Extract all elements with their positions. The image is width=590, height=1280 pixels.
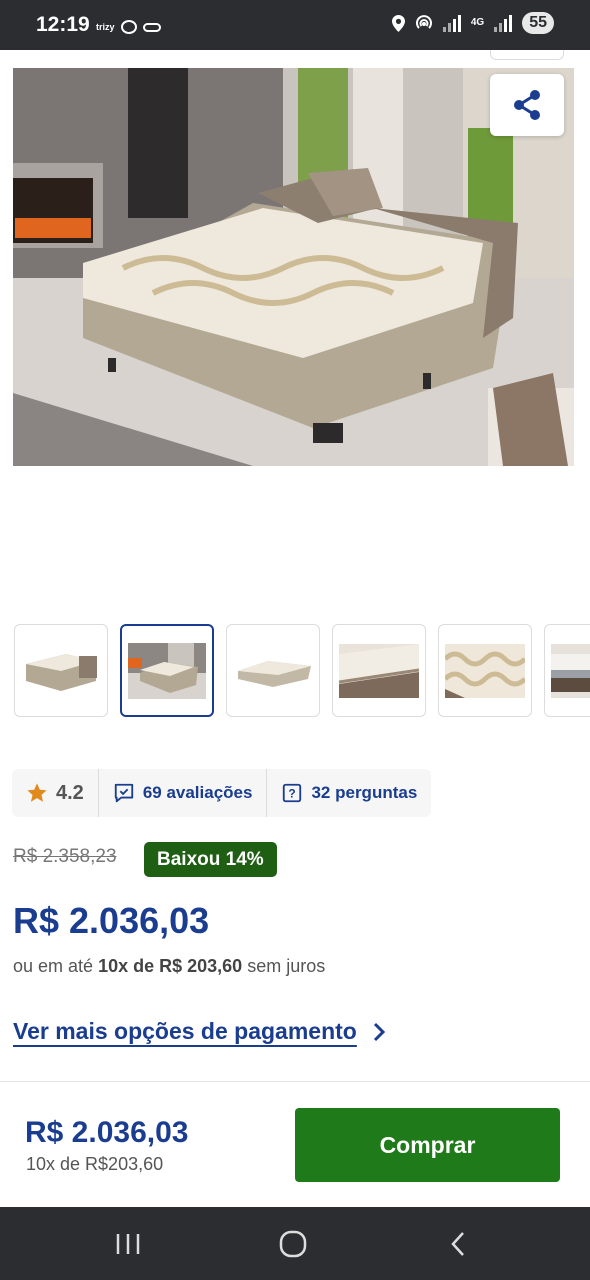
back-button[interactable] [438,1227,478,1261]
recent-apps-button[interactable] [108,1227,148,1261]
installments-suffix: sem juros [247,956,326,976]
signal-icon [442,14,461,32]
mattress-edge-thumbnail-image [339,643,419,698]
app-icon [142,22,161,32]
share-button[interactable] [490,74,564,136]
current-price: R$ 2.036,03 [13,900,210,941]
rating-summary[interactable]: 4.2 [12,769,98,817]
face-icon [120,20,137,34]
buy-button[interactable]: Comprar [295,1108,560,1182]
network-type: 4G [470,17,485,28]
thumbnail-2[interactable] [120,624,214,717]
discount-badge: Baixou 14% [144,842,277,877]
star-icon [27,783,47,802]
battery-level: 55 [522,12,554,34]
thumbnail-5[interactable] [438,624,532,717]
fabric-pattern-thumbnail-image [445,643,525,698]
notification-icons: trizy [96,20,161,34]
chevron-right-icon [373,1022,385,1041]
installments-amount: 10x de R$ 203,60 [98,956,243,976]
installments-info: ou em até 10x de R$ 203,60 sem juros [13,956,325,977]
hotspot-icon [415,15,432,29]
reviews-label: 69 avaliações [142,783,253,802]
home-button[interactable] [273,1227,313,1261]
thumbnail-3[interactable] [226,624,320,717]
questions-link[interactable]: ? 32 perguntas [266,769,431,817]
question-icon: ? [283,783,302,803]
purchase-bar: R$ 2.036,03 10x de R$203,60 Comprar [0,1081,590,1207]
questions-label: 32 perguntas [311,783,418,802]
rating-value: 4.2 [56,781,84,804]
mattress-thumbnail-image [238,660,311,687]
bottom-price: R$ 2.036,03 [25,1116,189,1149]
status-right: 4G 55 [391,12,554,34]
top-button-edge [490,50,564,60]
more-payment-options-link[interactable]: Ver mais opções de pagamento [13,1018,385,1045]
recent-apps-icon [116,1234,140,1254]
bedroom-thumbnail-image [128,642,206,699]
installments-prefix: ou em até [13,956,94,976]
thumbnail-4[interactable] [332,624,426,717]
old-price: R$ 2.358,23 [13,846,117,867]
thumbnail-1[interactable] [14,624,108,717]
signal-icon-2 [494,14,513,32]
bed-thumbnail-image [26,653,97,691]
mattress-layers-thumbnail-image [551,643,590,698]
share-icon [514,90,540,120]
reviews-link[interactable]: 69 avaliações [97,769,267,817]
svg-text:?: ? [289,787,296,801]
rating-bar: 4.2 69 avaliações ? 32 perguntas [12,769,432,817]
thumbnail-6[interactable] [544,624,590,717]
location-icon [391,14,405,32]
more-payment-label: Ver mais opções de pagamento [13,1018,357,1044]
status-time: 12:19 [36,13,90,36]
system-nav-bar [0,1207,590,1280]
notification-app-text: trizy [96,22,115,32]
status-bar: 12:19 trizy 4G 55 [0,0,590,50]
home-icon [279,1230,307,1258]
back-icon [451,1232,464,1256]
review-chat-icon [114,783,133,803]
thumbnail-gallery [14,624,590,718]
bottom-installments: 10x de R$203,60 [26,1154,164,1174]
